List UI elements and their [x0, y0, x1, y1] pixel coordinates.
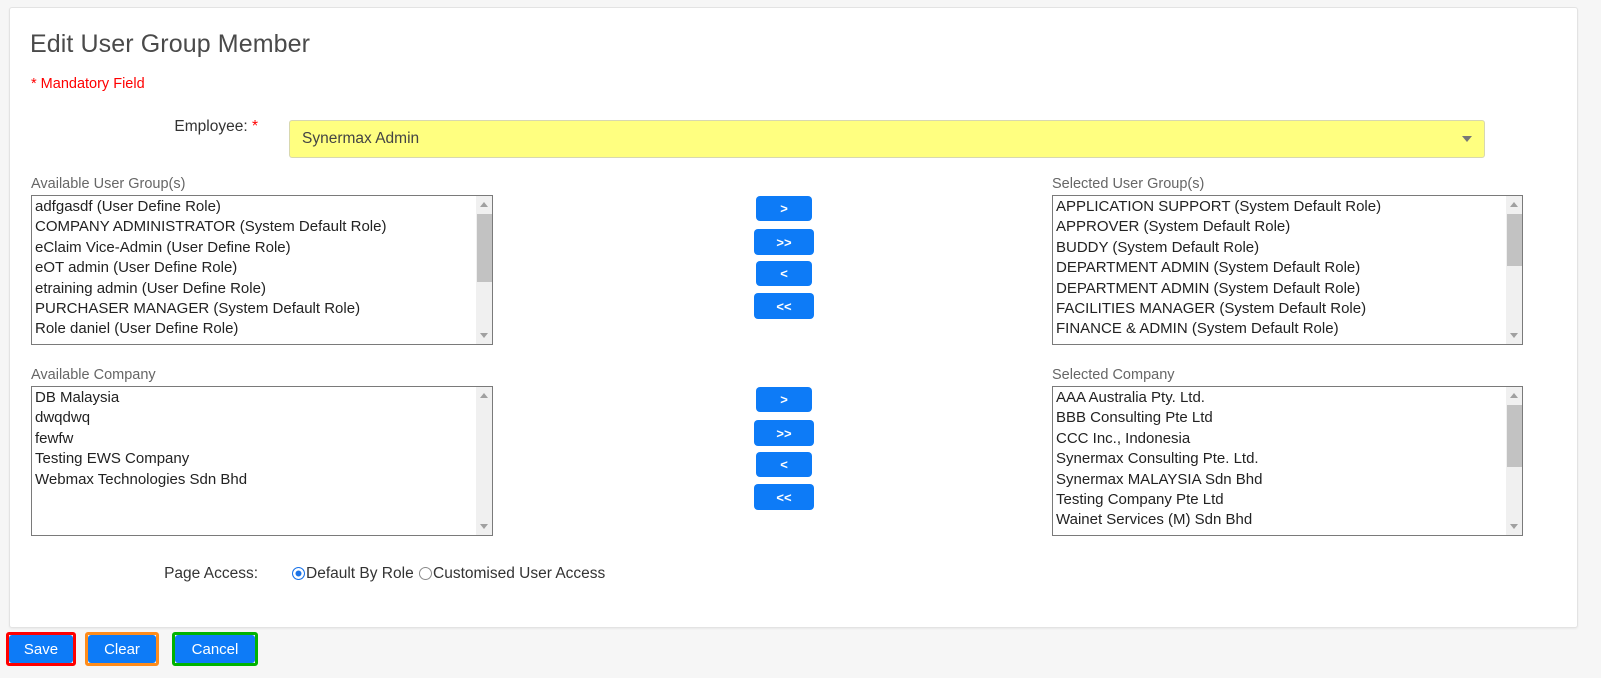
- list-item[interactable]: Testing EWS Company: [35, 449, 475, 469]
- employee-label: Employee: *: [110, 118, 258, 136]
- usergroup-move-right-button[interactable]: >: [756, 196, 812, 221]
- selected-user-groups-listbox[interactable]: APPLICATION SUPPORT (System Default Role…: [1052, 195, 1523, 345]
- radio-default-by-role-icon[interactable]: [292, 567, 305, 580]
- scrollbar-thumb[interactable]: [477, 214, 492, 282]
- available-company-scrollbar[interactable]: [475, 387, 492, 535]
- list-item[interactable]: CCC Inc., Indonesia: [1056, 429, 1505, 449]
- clear-button[interactable]: Clear: [88, 635, 156, 663]
- list-item[interactable]: Role daniel (User Define Role): [35, 319, 475, 339]
- list-item[interactable]: APPLICATION SUPPORT (System Default Role…: [1056, 197, 1505, 217]
- list-item[interactable]: Synermax MALAYSIA Sdn Bhd: [1056, 470, 1505, 490]
- selected-user-groups-items[interactable]: APPLICATION SUPPORT (System Default Role…: [1053, 196, 1505, 344]
- selected-company-items[interactable]: AAA Australia Pty. Ltd. BBB Consulting Pt…: [1053, 387, 1505, 535]
- employee-select[interactable]: Synermax Admin: [289, 120, 1485, 158]
- list-item[interactable]: BUDDY (System Default Role): [1056, 238, 1505, 258]
- scroll-up-arrow-icon[interactable]: [476, 387, 492, 404]
- selected-company-label: Selected Company: [1052, 367, 1175, 383]
- list-item[interactable]: adfgasdf (User Define Role): [35, 197, 475, 217]
- page-access-label: Page Access:: [164, 565, 258, 582]
- app-root: Edit User Group Member * Mandatory Field…: [0, 0, 1601, 678]
- available-company-items[interactable]: DB Malaysia dwqdwq fewfw Testing EWS Compan…: [32, 387, 475, 535]
- scroll-down-arrow-icon[interactable]: [476, 327, 492, 344]
- selected-user-groups-scrollbar[interactable]: [1505, 196, 1522, 344]
- available-company-label: Available Company: [31, 367, 156, 383]
- scrollbar-thumb[interactable]: [1507, 405, 1522, 467]
- available-user-groups-items[interactable]: adfgasdf (User Define Role) COMPANY ADMIN…: [32, 196, 475, 344]
- list-item[interactable]: DEPARTMENT ADMIN (System Default Role): [1056, 279, 1505, 299]
- radio-customised-user-access-icon[interactable]: [419, 567, 432, 580]
- scroll-down-arrow-icon[interactable]: [1506, 518, 1522, 535]
- list-item[interactable]: Wainet Services (M) Sdn Bhd: [1056, 510, 1505, 530]
- save-button[interactable]: Save: [9, 635, 73, 663]
- list-item[interactable]: FINANCE & ADMIN (System Default Role): [1056, 319, 1505, 339]
- scroll-down-arrow-icon[interactable]: [476, 518, 492, 535]
- employee-label-text: Employee:: [174, 118, 248, 135]
- list-item[interactable]: Webmax Technologies Sdn Bhd: [35, 470, 475, 490]
- page-access-option-default-by-role-label: Default By Role: [306, 565, 414, 582]
- list-item[interactable]: FACILITIES MANAGER (System Default Role): [1056, 299, 1505, 319]
- scroll-down-arrow-icon[interactable]: [1506, 327, 1522, 344]
- list-item[interactable]: eClaim Vice-Admin (User Define Role): [35, 238, 475, 258]
- page-access-option-default-by-role[interactable]: Default By Role: [292, 565, 414, 583]
- page-title: Edit User Group Member: [30, 30, 311, 58]
- list-item[interactable]: BBB Consulting Pte Ltd: [1056, 408, 1505, 428]
- selected-company-scrollbar[interactable]: [1505, 387, 1522, 535]
- list-item[interactable]: DEPARTMENT ADMIN (System Default Role): [1056, 258, 1505, 278]
- selected-company-listbox[interactable]: AAA Australia Pty. Ltd. BBB Consulting Pt…: [1052, 386, 1523, 536]
- list-item[interactable]: COMPANY ADMINISTRATOR (System Default Ro…: [35, 217, 475, 237]
- usergroup-move-left-button[interactable]: <: [756, 261, 812, 286]
- company-move-all-right-button[interactable]: >>: [754, 420, 814, 446]
- scroll-up-arrow-icon[interactable]: [1506, 196, 1522, 213]
- available-user-groups-listbox[interactable]: adfgasdf (User Define Role) COMPANY ADMIN…: [31, 195, 493, 345]
- company-move-left-button[interactable]: <: [756, 452, 812, 477]
- list-item[interactable]: fewfw: [35, 429, 475, 449]
- usergroup-move-all-left-button[interactable]: <<: [754, 293, 814, 319]
- edit-user-group-member-card: Edit User Group Member * Mandatory Field…: [9, 7, 1578, 628]
- employee-required-star: *: [251, 118, 258, 135]
- list-item[interactable]: PURCHASER MANAGER (System Default Role): [35, 299, 475, 319]
- list-item[interactable]: DB Malaysia: [35, 388, 475, 408]
- list-item[interactable]: eOT admin (User Define Role): [35, 258, 475, 278]
- cancel-button[interactable]: Cancel: [175, 635, 255, 663]
- selected-user-groups-label: Selected User Group(s): [1052, 176, 1205, 192]
- scrollbar-thumb[interactable]: [1507, 214, 1522, 266]
- list-item[interactable]: etraining admin (User Define Role): [35, 279, 475, 299]
- scroll-up-arrow-icon[interactable]: [476, 196, 492, 213]
- company-move-right-button[interactable]: >: [756, 387, 812, 412]
- chevron-down-icon: [1462, 136, 1472, 142]
- scroll-up-arrow-icon[interactable]: [1506, 387, 1522, 404]
- list-item[interactable]: APPROVER (System Default Role): [1056, 217, 1505, 237]
- list-item[interactable]: Testing Company Pte Ltd: [1056, 490, 1505, 510]
- usergroup-move-all-right-button[interactable]: >>: [754, 229, 814, 255]
- available-user-groups-scrollbar[interactable]: [475, 196, 492, 344]
- available-user-groups-label: Available User Group(s): [31, 176, 186, 192]
- available-company-listbox[interactable]: DB Malaysia dwqdwq fewfw Testing EWS Compan…: [31, 386, 493, 536]
- list-item[interactable]: dwqdwq: [35, 408, 475, 428]
- list-item[interactable]: Synermax Consulting Pte. Ltd.: [1056, 449, 1505, 469]
- mandatory-field-note: * Mandatory Field: [31, 76, 145, 92]
- company-move-all-left-button[interactable]: <<: [754, 484, 814, 510]
- list-item[interactable]: AAA Australia Pty. Ltd.: [1056, 388, 1505, 408]
- employee-selected-value: Synermax Admin: [302, 130, 420, 147]
- page-access-option-customised-user-access[interactable]: Customised User Access: [419, 565, 605, 583]
- page-access-option-customised-user-access-label: Customised User Access: [433, 565, 606, 582]
